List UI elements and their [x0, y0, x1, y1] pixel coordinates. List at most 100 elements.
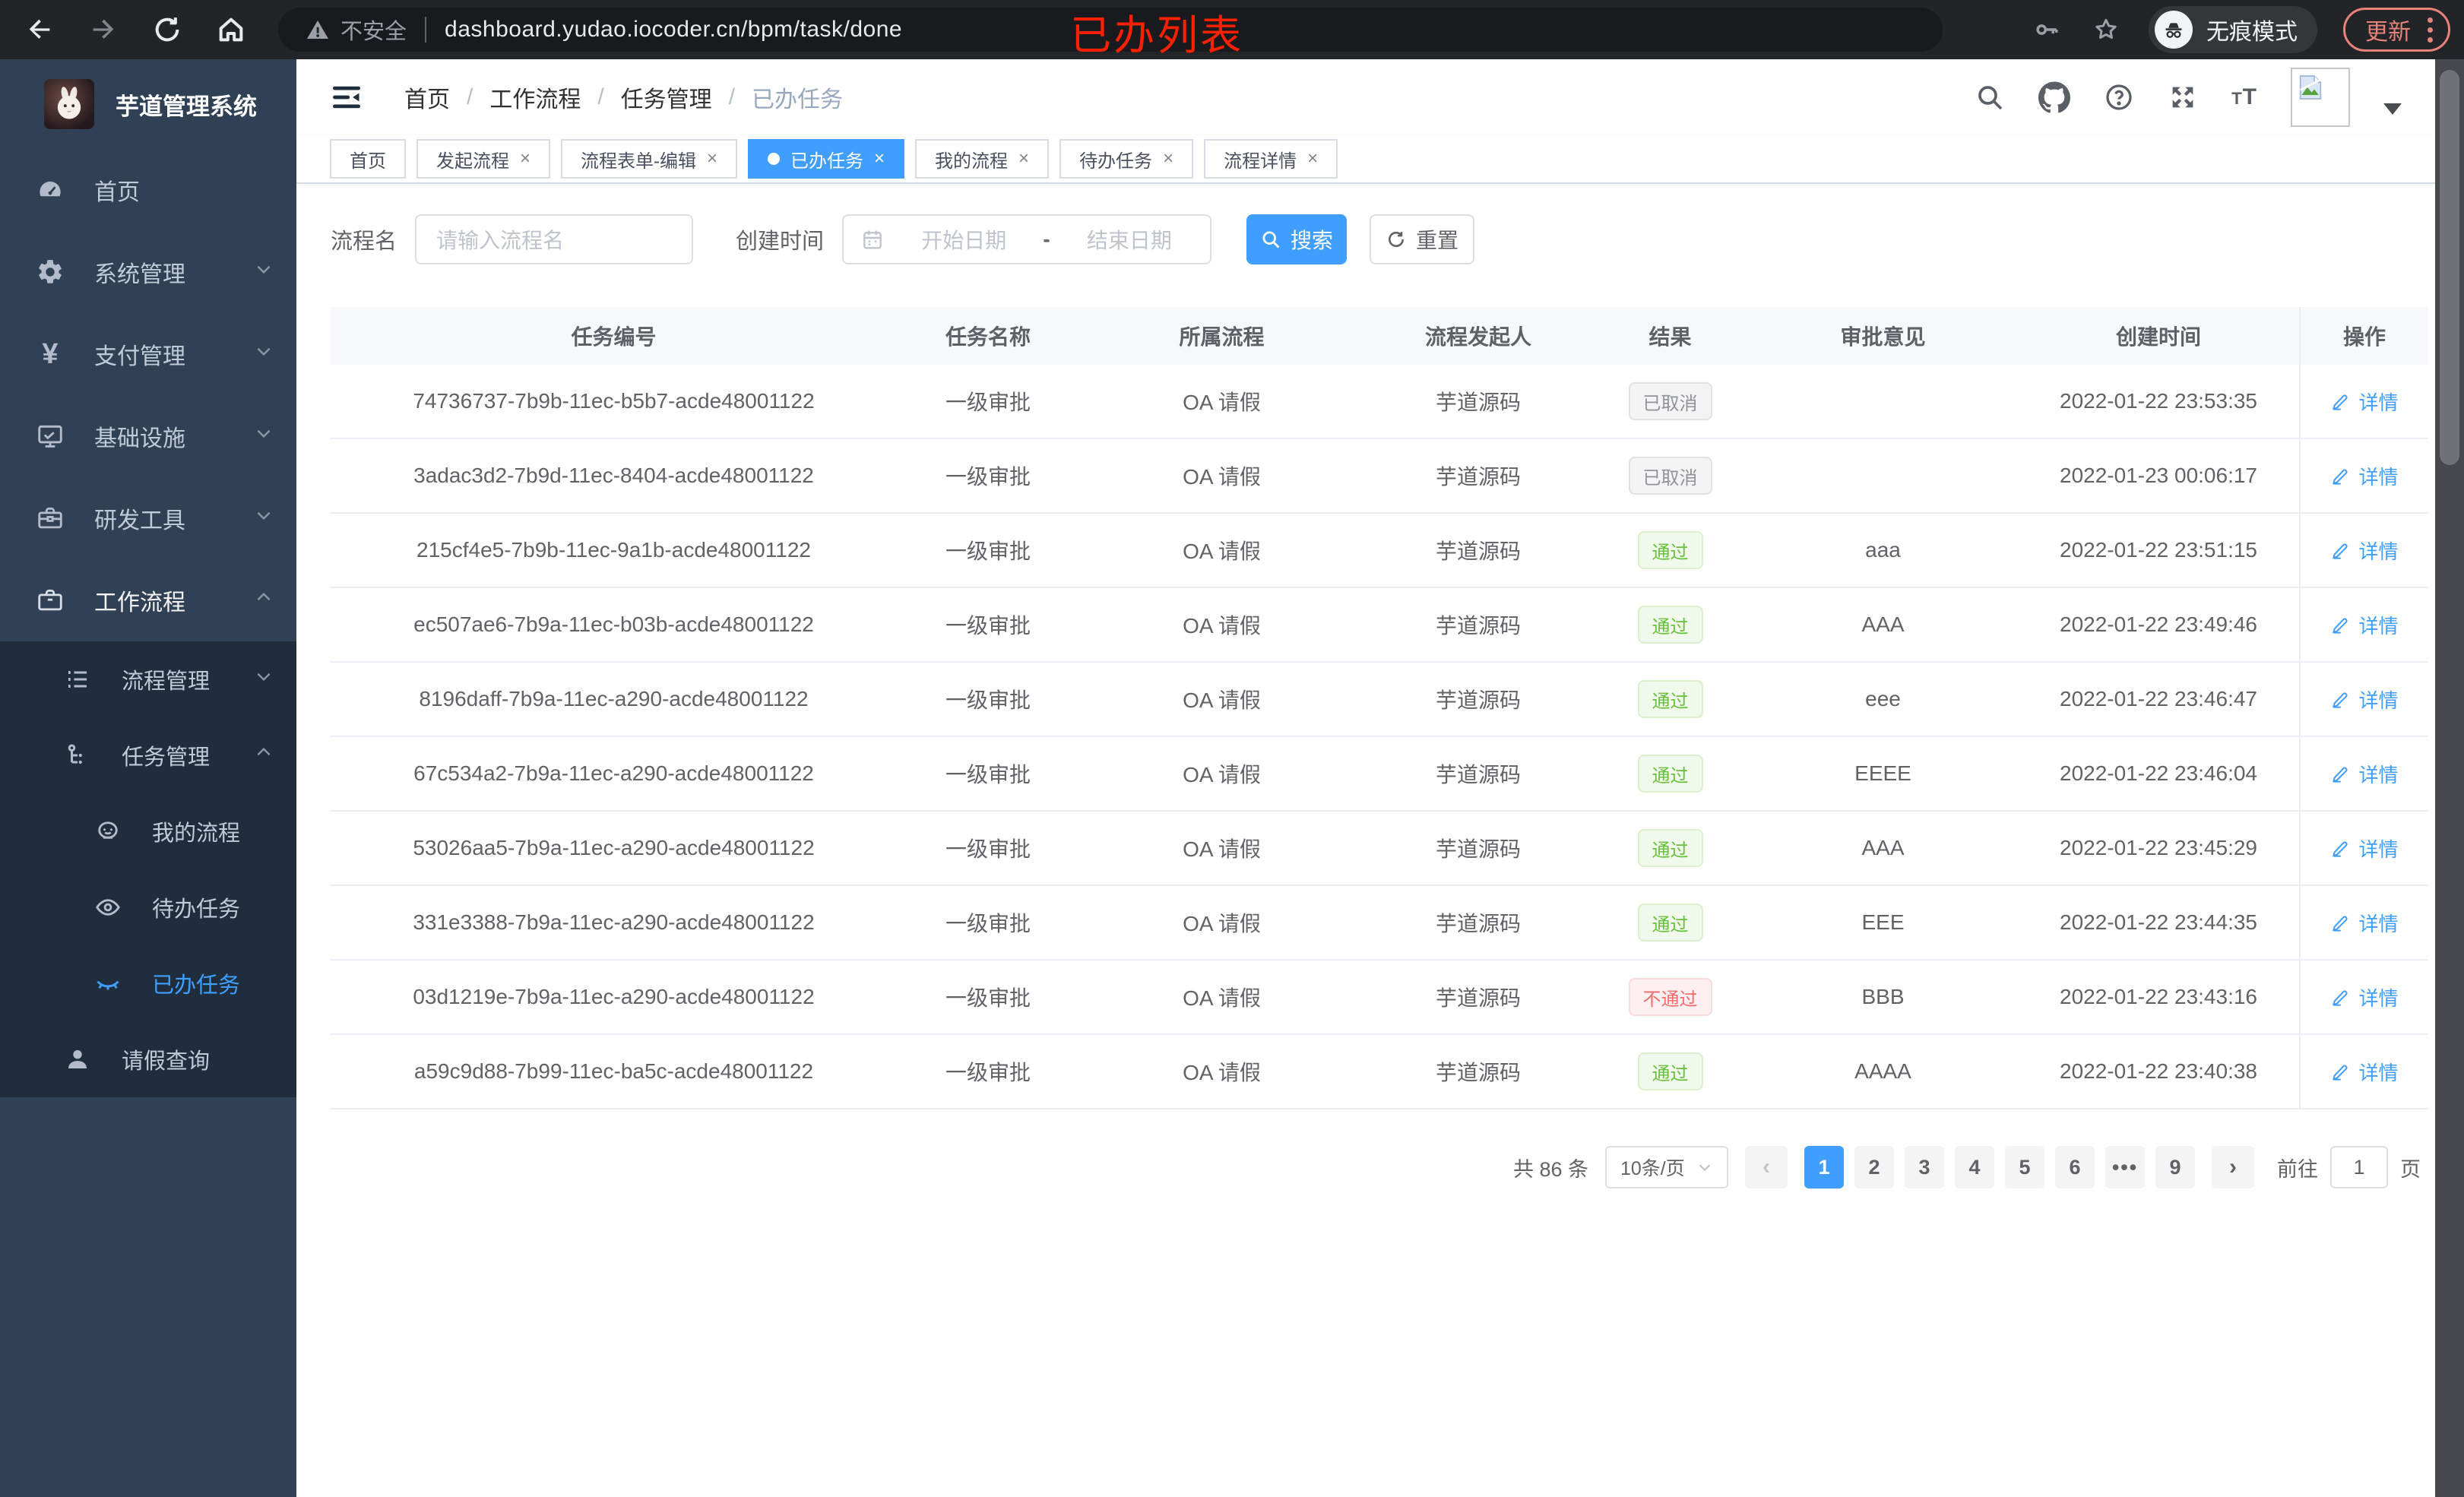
avatar[interactable] [2291, 68, 2350, 127]
page-button-4[interactable]: 4 [1955, 1146, 1994, 1188]
next-page-button[interactable]: › [2212, 1146, 2254, 1188]
toolbox-icon [33, 504, 67, 533]
sidebar-item-label: 请假查询 [122, 1049, 211, 1074]
goto-page-input[interactable]: 1 [2330, 1146, 2388, 1188]
tab-流程表单-编辑[interactable]: 流程表单-编辑 × [561, 139, 738, 179]
breadcrumb-task-mgmt[interactable]: 任务管理 [621, 81, 712, 114]
detail-link[interactable]: 详情 [2299, 737, 2428, 810]
security-status[interactable]: 不安全 [306, 14, 407, 46]
close-icon[interactable]: × [874, 148, 885, 169]
table-row: 331e3388-7b9a-11ec-a290-acde48001122 一级审… [331, 886, 2428, 961]
breadcrumb-home[interactable]: 首页 [404, 81, 450, 114]
tab-我的流程[interactable]: 我的流程 × [915, 139, 1050, 179]
cell-result: 通过 [1592, 755, 1748, 793]
search-button[interactable]: 搜索 [1246, 214, 1348, 264]
page-button-6[interactable]: 6 [2055, 1146, 2095, 1188]
cell-result: 通过 [1592, 531, 1748, 569]
page-size-select[interactable]: 10条/页 [1605, 1146, 1728, 1188]
col-task-name: 任务名称 [945, 325, 1031, 349]
chevron-down-icon [254, 666, 274, 692]
github-icon[interactable] [2038, 81, 2071, 113]
update-button[interactable]: 更新 [2343, 8, 2450, 52]
key-icon[interactable] [2030, 13, 2063, 46]
cell-result: 通过 [1592, 829, 1748, 867]
browser-scrollbar[interactable] [2435, 59, 2464, 1497]
tab-label: 首页 [350, 150, 386, 172]
sidebar-item-done-tasks[interactable]: 已办任务 [0, 945, 296, 1021]
page-button-2[interactable]: 2 [1854, 1146, 1894, 1188]
cell-process: OA 请假 [1183, 1061, 1261, 1084]
home-icon[interactable] [214, 13, 248, 46]
sidebar-item-payment[interactable]: ¥ 支付管理 [0, 313, 296, 395]
col-task-id: 任务编号 [571, 325, 657, 349]
col-create-time: 创建时间 [2115, 325, 2201, 349]
page-button-9[interactable]: 9 [2155, 1146, 2195, 1188]
tab-待办任务[interactable]: 待办任务 × [1059, 139, 1194, 179]
breadcrumb-workflow[interactable]: 工作流程 [489, 81, 581, 114]
back-icon[interactable] [23, 13, 56, 46]
cell-create-time: 2022-01-22 23:46:47 [2060, 687, 2257, 711]
close-icon[interactable]: × [707, 148, 717, 169]
close-icon[interactable]: × [1307, 148, 1318, 169]
sidebar-item-leave-query[interactable]: 请假查询 [0, 1021, 296, 1097]
detail-link[interactable]: 详情 [2299, 961, 2428, 1033]
browser-menu-icon[interactable] [2428, 17, 2433, 43]
process-name-input[interactable]: 请输入流程名 [415, 214, 694, 264]
chevron-down-icon [254, 341, 274, 367]
date-range-picker[interactable]: 开始日期 - 结束日期 [842, 214, 1212, 264]
close-icon[interactable]: × [1163, 148, 1173, 169]
sidebar-item-devtools[interactable]: 研发工具 [0, 477, 296, 559]
detail-link[interactable]: 详情 [2299, 365, 2428, 438]
sidebar-item-task-mgmt[interactable]: 任务管理 [0, 717, 296, 793]
star-icon[interactable] [2089, 13, 2123, 46]
forward-icon[interactable] [87, 13, 120, 46]
sidebar-item-my-process[interactable]: 我的流程 [0, 793, 296, 869]
cell-task-name: 一级审批 [945, 688, 1031, 712]
sidebar-item-infra[interactable]: 基础设施 [0, 395, 296, 477]
cell-comment: BBB [1861, 985, 1905, 1008]
help-icon[interactable] [2104, 82, 2134, 112]
sidebar-item-process-mgmt[interactable]: 流程管理 [0, 641, 296, 717]
tab-流程详情[interactable]: 流程详情 × [1204, 139, 1338, 179]
search-icon[interactable] [1975, 82, 2005, 112]
tab-首页[interactable]: 首页 [330, 139, 406, 179]
font-size-icon[interactable]: TT [2231, 84, 2257, 110]
close-icon[interactable]: × [520, 148, 530, 169]
pencil-icon [2333, 617, 2348, 634]
close-icon[interactable]: × [1018, 148, 1029, 169]
page-more-button[interactable]: ••• [2105, 1146, 2145, 1188]
detail-link[interactable]: 详情 [2299, 439, 2428, 512]
create-time-label: 创建时间 [736, 229, 825, 254]
detail-link[interactable]: 详情 [2299, 1035, 2428, 1108]
sidebar-item-workflow[interactable]: 工作流程 [0, 559, 296, 641]
reset-button[interactable]: 重置 [1370, 214, 1475, 264]
page-button-5[interactable]: 5 [2005, 1146, 2044, 1188]
tab-已办任务[interactable]: 已办任务 × [748, 139, 905, 179]
cell-create-time: 2022-01-22 23:43:16 [2060, 985, 2257, 1008]
scrollbar-thumb[interactable] [2440, 70, 2459, 465]
page-button-1[interactable]: 1 [1804, 1146, 1844, 1188]
page: 不安全 dashboard.yudao.iocoder.cn/bpm/task/… [0, 0, 2464, 1497]
sidebar-item-home[interactable]: 首页 [0, 149, 296, 231]
reload-icon[interactable] [150, 13, 184, 46]
prev-page-button[interactable]: ‹ [1745, 1146, 1788, 1188]
detail-link[interactable]: 详情 [2299, 663, 2428, 736]
hamburger-icon[interactable] [330, 81, 363, 114]
cell-result: 通过 [1592, 1052, 1748, 1090]
tab-发起流程[interactable]: 发起流程 × [416, 139, 551, 179]
fullscreen-icon[interactable] [2168, 82, 2198, 112]
col-comment: 审批意见 [1840, 325, 1926, 349]
detail-link[interactable]: 详情 [2299, 886, 2428, 959]
detail-link[interactable]: 详情 [2299, 812, 2428, 885]
cell-process: OA 请假 [1183, 837, 1261, 861]
detail-link[interactable]: 详情 [2299, 588, 2428, 661]
cell-process: OA 请假 [1183, 986, 1261, 1010]
caret-down-icon[interactable] [2383, 103, 2402, 115]
sidebar-item-todo-tasks[interactable]: 待办任务 [0, 869, 296, 945]
detail-link[interactable]: 详情 [2299, 514, 2428, 587]
page-button-3[interactable]: 3 [1905, 1146, 1944, 1188]
cell-task-id: 74736737-7b9b-11ec-b5b7-acde48001122 [413, 389, 815, 413]
incognito-badge[interactable]: 无痕模式 [2149, 6, 2317, 53]
app-logo [44, 79, 94, 129]
sidebar-item-system[interactable]: 系统管理 [0, 231, 296, 313]
